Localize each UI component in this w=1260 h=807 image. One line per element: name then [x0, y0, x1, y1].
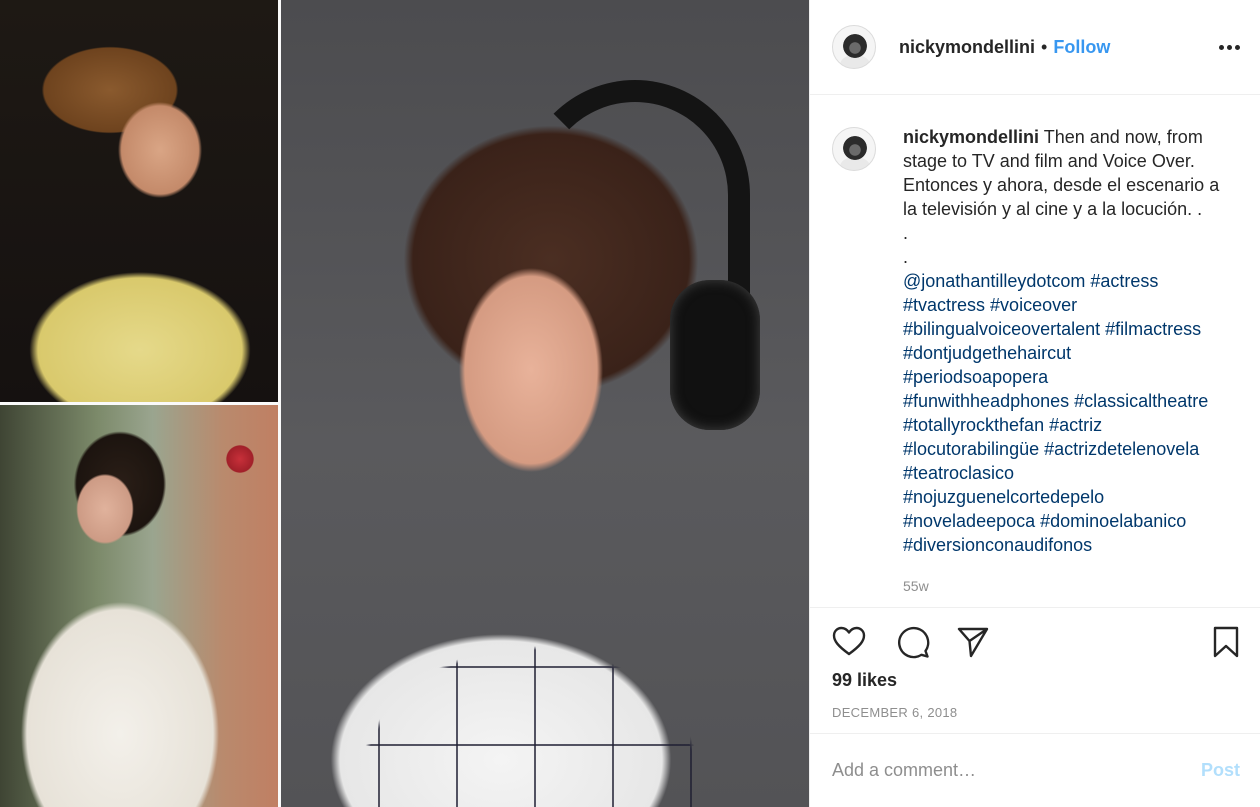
more-horizontal-icon[interactable] — [1219, 39, 1240, 56]
collage-divider-vertical — [278, 0, 281, 807]
hashtag-line: #diversionconaudifonos — [903, 533, 1233, 557]
hashtag-link[interactable]: #classicaltheatre — [1074, 391, 1208, 411]
caption-line: stage to TV and film and Voice Over. — [903, 151, 1195, 171]
caption-line: . — [903, 223, 909, 243]
hashtag-link[interactable]: #tvactress — [903, 295, 985, 315]
checkered-dress — [300, 590, 770, 807]
collage-divider-horizontal — [0, 402, 278, 405]
avatar[interactable] — [832, 25, 876, 69]
hashtag-link[interactable]: #periodsoapopera — [903, 367, 1048, 387]
hashtag-link[interactable]: #nojuzguenelcortedepelo — [903, 487, 1104, 507]
caption-text: nickymondellini Then and now, from stage… — [903, 125, 1233, 598]
headphones-earcup — [670, 280, 760, 430]
post-sidebar: nickymondellini • Follow nickymondellini… — [809, 0, 1260, 807]
hashtag-link[interactable]: #locutorabilingüe — [903, 439, 1039, 459]
caption-avatar[interactable] — [832, 127, 876, 171]
hashtag-line: #periodsoapopera — [903, 365, 1233, 389]
action-bar — [810, 607, 1260, 667]
hashtag-line: #tvactress #voiceover — [903, 293, 1233, 317]
hashtag-link[interactable]: #actress — [1090, 271, 1158, 291]
post-header: nickymondellini • Follow — [810, 0, 1260, 95]
mention-link[interactable]: @jonathantilleydotcom — [903, 271, 1085, 291]
header-separator: • — [1041, 36, 1048, 57]
hashtag-link[interactable]: #teatroclasico — [903, 463, 1014, 483]
post-media[interactable] — [0, 0, 809, 807]
hashtag-link[interactable]: #filmactress — [1105, 319, 1201, 339]
post-date: DECEMBER 6, 2018 — [832, 705, 958, 720]
hashtag-line: #teatroclasico — [903, 461, 1233, 485]
share-icon[interactable] — [956, 625, 990, 659]
hashtag-link[interactable]: #diversionconaudifonos — [903, 535, 1092, 555]
comment-input[interactable] — [832, 760, 1201, 781]
photo-period-costume — [0, 404, 278, 807]
header-username[interactable]: nickymondellini — [899, 37, 1035, 58]
caption-line: Entonces y ahora, desde el escenario a — [903, 175, 1220, 195]
heart-icon[interactable] — [832, 625, 866, 659]
hashtag-link[interactable]: #voiceover — [990, 295, 1077, 315]
post-comment-button[interactable]: Post — [1201, 760, 1240, 781]
hashtag-line: @jonathantilleydotcom #actress — [903, 269, 1233, 293]
hashtag-line: #nojuzguenelcortedepelo — [903, 485, 1233, 509]
hashtag-link[interactable]: #dominoelabanico — [1040, 511, 1186, 531]
hashtag-line: #funwithheadphones #classicaltheatre — [903, 389, 1233, 413]
caption-section: nickymondellini Then and now, from stage… — [810, 95, 1260, 607]
caption-line: Then and now, from — [1043, 127, 1203, 147]
follow-button[interactable]: Follow — [1053, 37, 1110, 58]
hashtag-link[interactable]: #funwithheadphones — [903, 391, 1069, 411]
hashtag-link[interactable]: #actriz — [1049, 415, 1102, 435]
caption-line: . — [903, 247, 909, 267]
bookmark-icon[interactable] — [1209, 625, 1243, 659]
hashtag-line: #dontjudgethehaircut — [903, 341, 1233, 365]
time-ago[interactable]: 55w — [903, 574, 1233, 598]
hashtag-line: #totallyrockthefan #actriz — [903, 413, 1233, 437]
hashtag-link[interactable]: #dontjudgethehaircut — [903, 343, 1071, 363]
hashtag-link[interactable]: #totallyrockthefan — [903, 415, 1044, 435]
comment-bar: Post — [810, 733, 1260, 807]
comment-icon[interactable] — [896, 625, 930, 659]
photo-stage-portrait — [0, 0, 278, 404]
caption-line: la televisión y al cine y a la locución.… — [903, 199, 1203, 219]
hashtag-link[interactable]: #noveladeepoca — [903, 511, 1035, 531]
hashtag-line: #bilingualvoiceovertalent #filmactress — [903, 317, 1233, 341]
hashtag-line: #noveladeepoca #dominoelabanico — [903, 509, 1233, 533]
hashtag-link[interactable]: #actrizdetelenovela — [1044, 439, 1199, 459]
caption-username[interactable]: nickymondellini — [903, 127, 1039, 147]
likes-count[interactable]: 99 likes — [832, 670, 897, 691]
hashtag-link[interactable]: #bilingualvoiceovertalent — [903, 319, 1100, 339]
hashtag-list: @jonathantilleydotcom #actress #tvactress… — [903, 269, 1233, 557]
caption-row: nickymondellini Then and now, from stage… — [832, 125, 1240, 598]
hashtag-line: #locutorabilingüe #actrizdetelenovela — [903, 437, 1233, 461]
instagram-post: nickymondellini • Follow nickymondellini… — [0, 0, 1260, 807]
